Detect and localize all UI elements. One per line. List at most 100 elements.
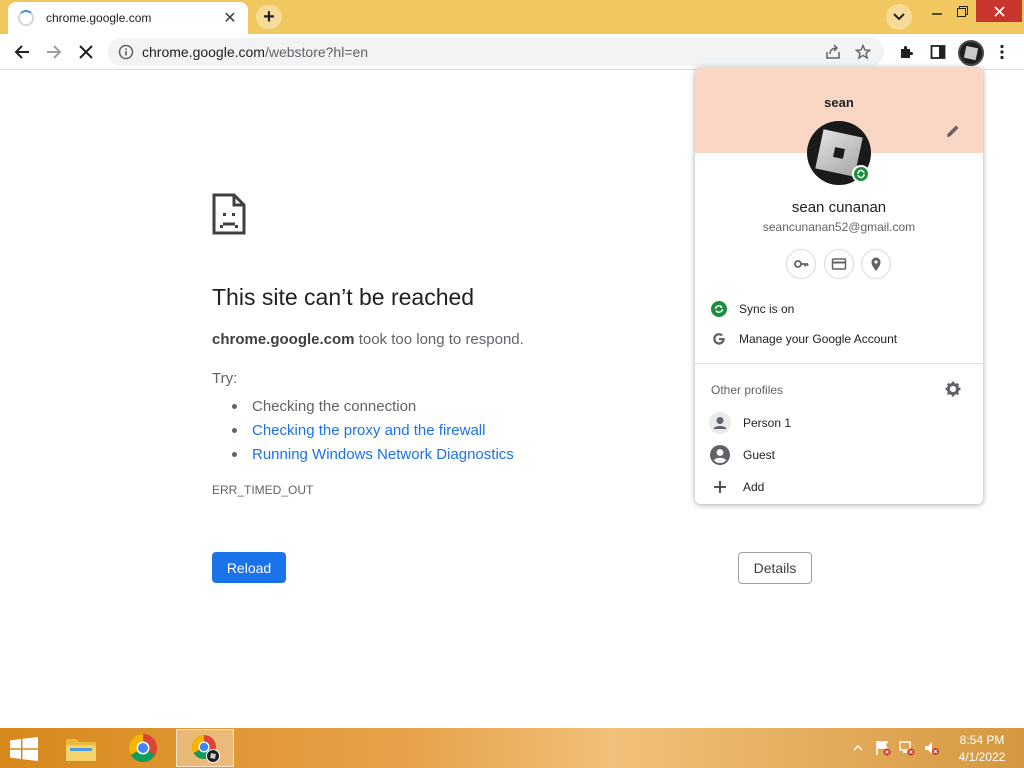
sync-icon <box>711 301 727 317</box>
network-tray[interactable] <box>898 740 916 756</box>
action-center-tray[interactable] <box>874 740 892 756</box>
restore-button[interactable] <box>950 0 974 22</box>
profile-item-label: Guest <box>743 448 776 462</box>
chrome-icon <box>129 734 157 762</box>
try-label: Try: <box>212 370 238 387</box>
url-path: /webstore?hl=en <box>264 44 369 60</box>
suggestion-check-proxy-link[interactable]: Checking the proxy and the firewall <box>232 418 514 442</box>
reload-button[interactable]: Reload <box>212 552 286 583</box>
sync-status-row[interactable]: Sync is on <box>695 294 983 324</box>
volume-tray[interactable] <box>922 740 940 756</box>
google-g-icon <box>711 331 727 347</box>
side-panel-button[interactable] <box>924 38 952 66</box>
profile-item-label: Add <box>743 480 765 494</box>
volume-muted-icon <box>925 742 939 755</box>
details-button[interactable]: Details <box>738 552 812 584</box>
menu-divider <box>695 363 983 364</box>
profile-item-label: Person 1 <box>743 416 792 430</box>
sync-badge-icon <box>852 165 870 183</box>
minimize-button[interactable] <box>926 0 948 22</box>
extensions-button[interactable] <box>892 38 920 66</box>
close-window-button[interactable] <box>976 0 1022 22</box>
profile-item-guest[interactable]: Guest <box>695 440 983 470</box>
manage-profiles-button[interactable] <box>945 381 961 397</box>
profile-avatar-button[interactable] <box>958 40 984 66</box>
bookmark-button[interactable] <box>852 41 874 63</box>
restore-icon <box>956 5 968 17</box>
address-bar[interactable]: chrome.google.com/webstore?hl=en <box>108 38 884 66</box>
puzzle-icon <box>901 46 913 58</box>
gear-icon <box>945 381 961 397</box>
taskbar-chrome-profile-window[interactable] <box>176 729 234 767</box>
forward-button[interactable] <box>40 38 68 66</box>
folder-icon <box>66 739 96 761</box>
payment-methods-button[interactable] <box>824 249 854 279</box>
taskbar-file-explorer[interactable] <box>52 729 110 767</box>
suggestion-list: Checking the connection Checking the pro… <box>232 394 514 466</box>
addresses-button[interactable] <box>861 249 891 279</box>
tab-search-button[interactable] <box>886 4 912 30</box>
arrow-right-icon <box>47 45 62 59</box>
roblox-avatar-icon <box>963 45 979 61</box>
account-email: seancunanan52@gmail.com <box>762 220 916 234</box>
tab-strip: chrome.google.com ✕ + <box>0 0 1024 34</box>
error-title: This site can’t be reached <box>212 284 475 310</box>
stop-loading-icon <box>79 45 93 59</box>
manage-google-account-row[interactable]: Manage your Google Account <box>695 324 983 354</box>
taskbar-chrome[interactable] <box>114 729 172 767</box>
show-hidden-icons-button[interactable] <box>852 740 864 756</box>
other-profiles-heading: Other profiles <box>711 383 784 397</box>
sad-page-icon <box>212 193 246 240</box>
profile-menu: sean sean cunanan seancunanan52@gmail.co… <box>695 67 983 504</box>
system-clock[interactable]: 8:54 PM 4/1/2022 <box>952 732 1012 766</box>
passwords-button[interactable] <box>786 249 816 279</box>
chrome-menu-button[interactable] <box>988 38 1016 66</box>
key-icon <box>794 260 809 268</box>
network-icon <box>899 741 915 756</box>
chrome-profile-icon <box>191 735 220 763</box>
loading-spinner-icon <box>18 10 34 26</box>
arrow-left-icon <box>14 45 29 59</box>
profile-name: sean <box>824 95 854 110</box>
more-vertical-icon <box>1000 44 1004 60</box>
plus-icon <box>709 476 731 498</box>
sync-status-label: Sync is on <box>739 302 795 316</box>
stop-button[interactable] <box>72 38 100 66</box>
windows-logo-icon <box>10 737 38 761</box>
person-avatar-icon <box>709 412 731 434</box>
pencil-icon <box>947 125 959 137</box>
windows-taskbar: 8:54 PM 4/1/2022 <box>0 728 1024 768</box>
suggestion-check-connection: Checking the connection <box>232 394 514 418</box>
flag-alert-icon <box>876 741 891 756</box>
profile-item-person-1[interactable]: Person 1 <box>695 408 983 438</box>
error-description: chrome.google.com took too long to respo… <box>212 331 524 348</box>
new-tab-button[interactable]: + <box>256 5 282 29</box>
browser-tab[interactable]: chrome.google.com ✕ <box>8 2 248 34</box>
chevron-down-icon <box>893 13 905 21</box>
edit-profile-button[interactable] <box>945 123 961 139</box>
location-pin-icon <box>871 257 881 271</box>
error-message: took too long to respond. <box>354 331 524 348</box>
url-text: chrome.google.com/webstore?hl=en <box>142 44 814 60</box>
error-host: chrome.google.com <box>212 331 355 348</box>
browser-toolbar: chrome.google.com/webstore?hl=en <box>0 34 1024 70</box>
guest-avatar-icon <box>709 444 731 466</box>
minimize-icon <box>932 13 942 15</box>
tab-title: chrome.google.com <box>46 11 152 25</box>
clock-time: 8:54 PM <box>959 733 1005 747</box>
chevron-up-icon <box>853 744 863 751</box>
info-icon[interactable] <box>118 44 134 60</box>
suggestion-network-diagnostics-link[interactable]: Running Windows Network Diagnostics <box>232 442 514 466</box>
back-button[interactable] <box>8 38 36 66</box>
share-button[interactable] <box>822 41 844 63</box>
error-code: ERR_TIMED_OUT <box>212 483 314 497</box>
star-icon <box>855 44 871 60</box>
credit-card-icon <box>831 258 847 270</box>
side-panel-icon <box>930 45 946 59</box>
account-full-name: sean cunanan <box>791 199 887 216</box>
add-profile-item[interactable]: Add <box>695 472 983 502</box>
close-tab-icon[interactable]: ✕ <box>222 8 238 28</box>
url-host: chrome.google.com <box>142 44 265 60</box>
manage-account-label: Manage your Google Account <box>739 332 898 346</box>
start-button[interactable] <box>10 737 38 761</box>
